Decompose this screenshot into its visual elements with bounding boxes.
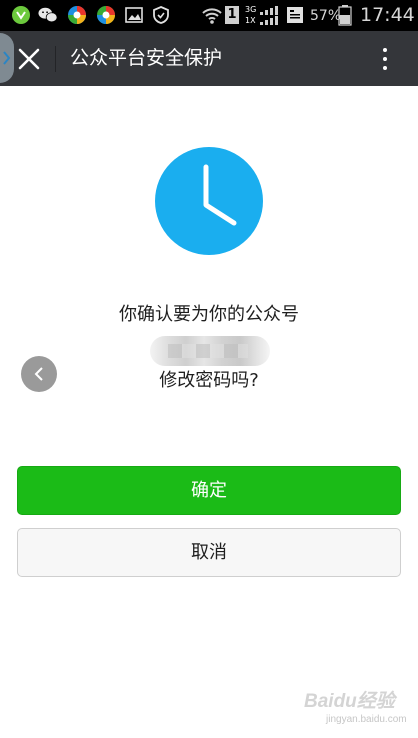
gallery-icon [125, 7, 143, 23]
more-dot [383, 48, 387, 52]
chevron-left-icon [34, 367, 43, 381]
title-divider [55, 46, 56, 72]
network-type-bottom: 1X [245, 16, 256, 25]
wechat-icon [38, 7, 58, 23]
masked-account-name [150, 336, 270, 366]
more-dot [383, 57, 387, 61]
signal-icon: 3G 1X [245, 4, 283, 26]
battery-icon [338, 5, 352, 26]
more-dot [383, 66, 387, 70]
page-title: 公众平台安全保护 [70, 47, 223, 69]
wifi-icon [202, 8, 222, 24]
shield-icon [153, 6, 169, 24]
screen: 1 3G 1X 57% 17:44 公众平台安全保护 你确认要为你的公众号 修改… [0, 0, 418, 738]
app-store-icon [12, 6, 30, 24]
confirm-prompt-text: 你确认要为你的公众号 [119, 304, 299, 325]
confirm-button[interactable]: 确定 [17, 466, 401, 515]
close-icon[interactable] [16, 46, 42, 72]
status-bar: 1 3G 1X 57% 17:44 [0, 0, 418, 31]
status-time: 17:44 [360, 4, 415, 26]
watermark-logo-text: Baidu经验 [304, 691, 395, 712]
clock-icon [155, 147, 263, 255]
cancel-button[interactable]: 取消 [17, 528, 401, 577]
floating-back-button[interactable] [21, 356, 57, 392]
network-type-top: 3G [245, 5, 257, 14]
data-icon [287, 7, 303, 23]
baidu-jingyan-watermark: Baidu经验 jingyan.baidu.com [300, 684, 412, 732]
change-password-text: 修改密码吗? [159, 370, 259, 391]
sim-icon: 1 [225, 6, 239, 24]
chevron-right-icon [3, 51, 11, 65]
browser-icon [68, 6, 86, 24]
browser-alt-icon [97, 6, 115, 24]
watermark-url: jingyan.baidu.com [326, 714, 407, 725]
side-back-tab[interactable] [0, 33, 14, 83]
battery-percent: 57% [310, 8, 342, 24]
more-vertical-icon[interactable] [372, 44, 398, 74]
